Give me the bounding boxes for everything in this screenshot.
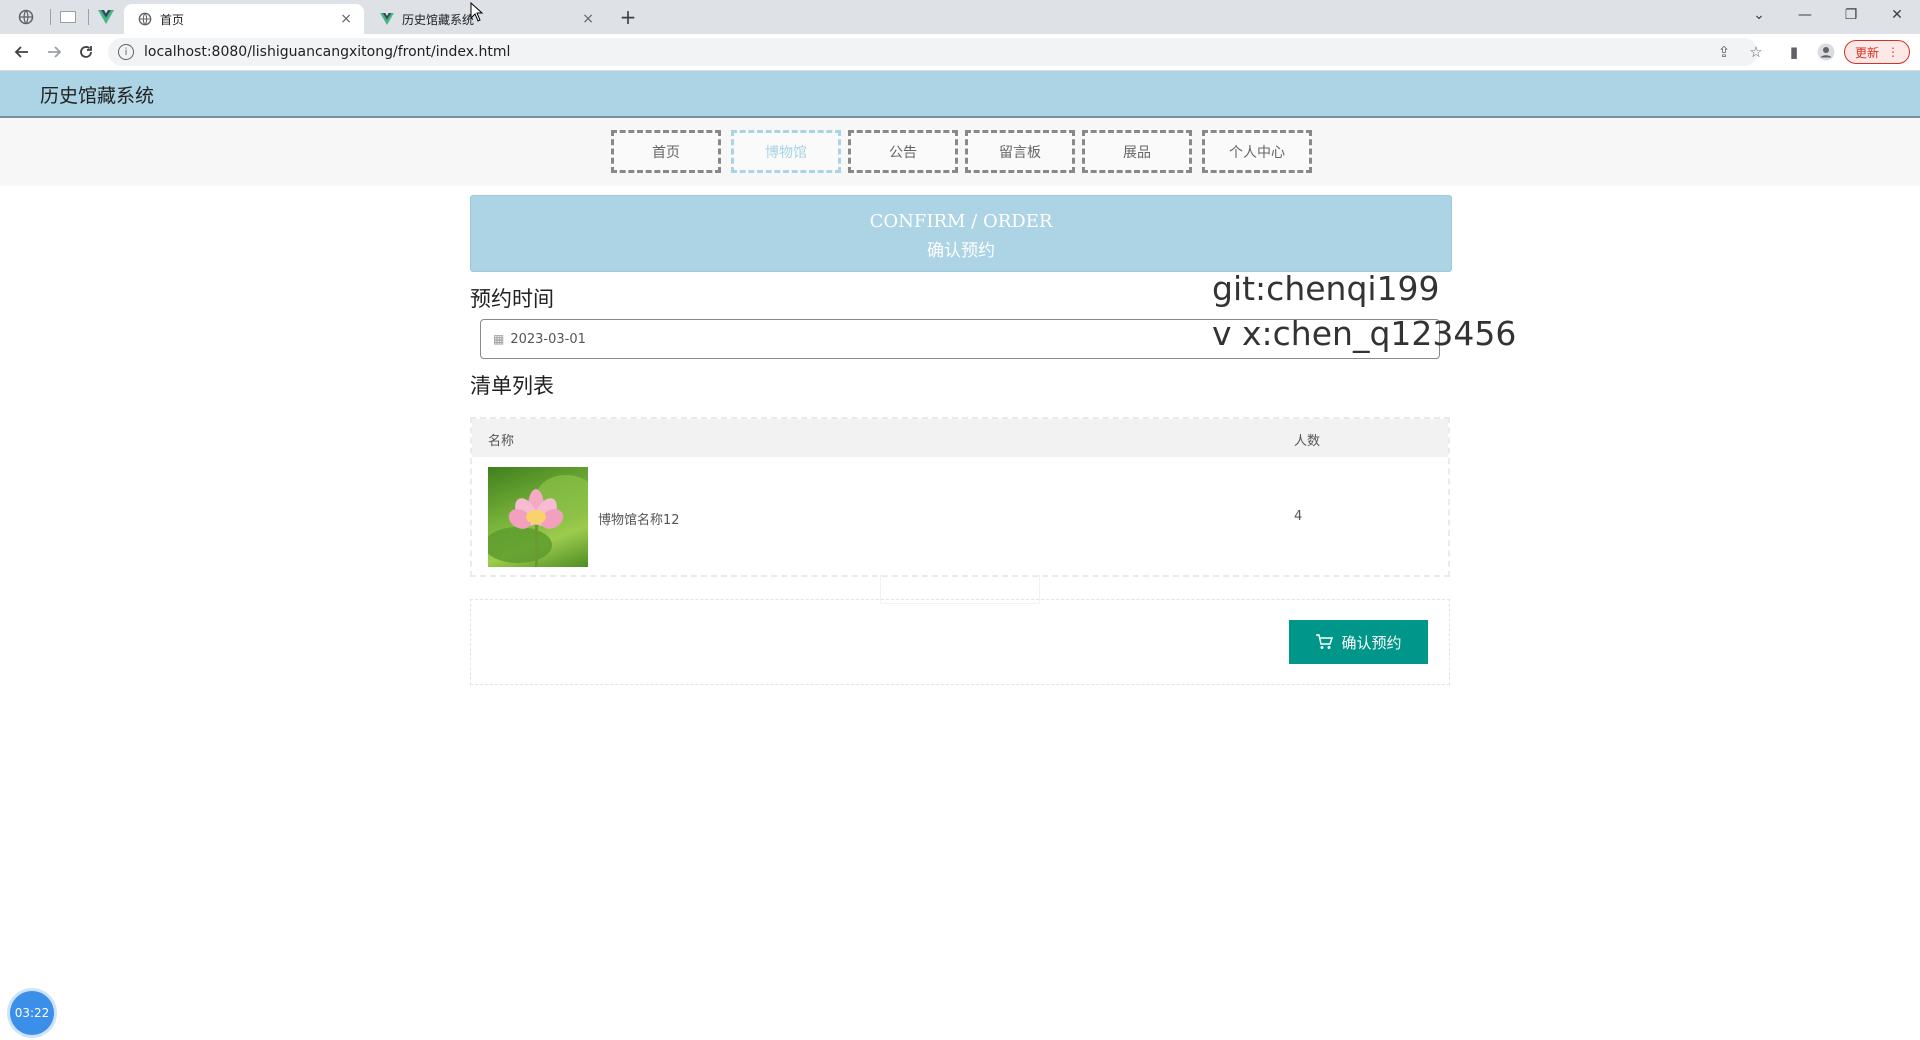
back-button[interactable] bbox=[8, 38, 36, 66]
booking-date-value: 2023-03-01 bbox=[510, 331, 586, 347]
order-list-table: 名称 人数 博物馆名称12 4 bbox=[470, 417, 1450, 577]
tab-title: 历史馆藏系统 bbox=[402, 12, 475, 27]
maximize-button[interactable]: ❐ bbox=[1828, 0, 1874, 30]
confirm-booking-label: 确认预约 bbox=[1341, 633, 1402, 652]
nav-user-center[interactable]: 个人中心 bbox=[1202, 130, 1312, 173]
nav-home[interactable]: 首页 bbox=[611, 130, 721, 173]
globe-icon bbox=[18, 9, 34, 25]
arrow-left-icon bbox=[14, 46, 28, 58]
main-nav: 首页 博物馆 公告 留言板 展品 个人中心 bbox=[0, 118, 1920, 186]
column-header-name: 名称 bbox=[488, 434, 515, 449]
close-icon[interactable]: × bbox=[340, 11, 352, 27]
column-header-count: 人数 bbox=[1294, 434, 1321, 449]
recording-timer: 03:22 bbox=[10, 991, 54, 1035]
nav-museum[interactable]: 博物馆 bbox=[731, 130, 841, 173]
confirm-order-banner: CONFIRM / ORDER 确认预约 bbox=[470, 195, 1452, 272]
pinned-tab-vue[interactable] bbox=[88, 4, 124, 30]
banner-title-cn: 确认预约 bbox=[927, 241, 995, 261]
banner-title-en: CONFIRM / ORDER bbox=[869, 211, 1053, 232]
tab-home[interactable]: 首页 × bbox=[124, 4, 364, 34]
reload-button[interactable] bbox=[72, 38, 100, 66]
table-header: 名称 人数 bbox=[472, 419, 1448, 457]
cart-icon bbox=[1316, 634, 1334, 649]
nav-message-board[interactable]: 留言板 bbox=[965, 130, 1075, 173]
confirm-booking-button[interactable]: 确认预约 bbox=[1289, 620, 1428, 664]
globe-icon bbox=[138, 12, 152, 26]
new-tab-button[interactable]: + bbox=[614, 4, 642, 30]
visitor-count: 4 bbox=[1294, 509, 1303, 524]
watermark-line-2: v x:chen_q123456 bbox=[1212, 314, 1517, 353]
close-window-button[interactable]: ✕ bbox=[1874, 0, 1920, 30]
tab-title: 首页 bbox=[160, 12, 185, 27]
tab-search-button[interactable]: ⌄ bbox=[1736, 0, 1782, 30]
address-bar[interactable]: i localhost:8080/lishiguancangxitong/fro… bbox=[108, 38, 1758, 66]
museum-thumbnail bbox=[488, 467, 588, 567]
page-icon bbox=[60, 11, 76, 23]
url-text[interactable]: localhost:8080/lishiguancangxitong/front… bbox=[144, 44, 510, 60]
mouse-cursor-icon bbox=[470, 1, 484, 27]
minimize-button[interactable]: — bbox=[1782, 0, 1828, 30]
pinned-tab-globe[interactable] bbox=[8, 4, 44, 30]
browser-tab-strip: 首页 × 历史馆藏系统 × + ⌄ — ❐ ✕ bbox=[0, 0, 1920, 34]
browser-toolbar: i localhost:8080/lishiguancangxitong/fro… bbox=[0, 34, 1920, 71]
profile-icon[interactable] bbox=[1816, 42, 1836, 62]
pinned-tab-blank[interactable] bbox=[50, 4, 86, 30]
reload-icon bbox=[80, 46, 92, 58]
booking-time-label: 预约时间 bbox=[470, 287, 554, 311]
watermark-line-1: git:chenqi199 bbox=[1212, 269, 1440, 308]
side-panel-icon[interactable]: ▮ bbox=[1784, 42, 1804, 62]
share-icon[interactable]: ⇪ bbox=[1714, 42, 1734, 62]
info-icon[interactable]: i bbox=[118, 44, 134, 60]
arrow-right-icon bbox=[48, 46, 62, 58]
close-icon[interactable]: × bbox=[582, 11, 594, 27]
nav-exhibits[interactable]: 展品 bbox=[1082, 130, 1192, 173]
site-header: 历史馆藏系统 bbox=[0, 71, 1920, 118]
site-title: 历史馆藏系统 bbox=[40, 85, 155, 107]
update-label: 更新 bbox=[1854, 45, 1879, 60]
vue-logo-icon bbox=[98, 10, 114, 24]
vue-logo-icon bbox=[380, 13, 394, 25]
museum-name: 博物馆名称12 bbox=[598, 513, 680, 528]
list-label: 清单列表 bbox=[470, 374, 554, 398]
update-button[interactable]: 更新 ⋮ bbox=[1844, 40, 1910, 64]
star-icon[interactable]: ☆ bbox=[1746, 42, 1766, 62]
tab-history-system[interactable]: 历史馆藏系统 × bbox=[366, 4, 606, 34]
table-row: 博物馆名称12 4 bbox=[472, 457, 1448, 575]
kebab-menu-icon[interactable]: ⋮ bbox=[1887, 45, 1899, 59]
nav-notice[interactable]: 公告 bbox=[848, 130, 958, 173]
forward-button[interactable] bbox=[40, 38, 68, 66]
calendar-icon: ▦ bbox=[493, 332, 505, 346]
